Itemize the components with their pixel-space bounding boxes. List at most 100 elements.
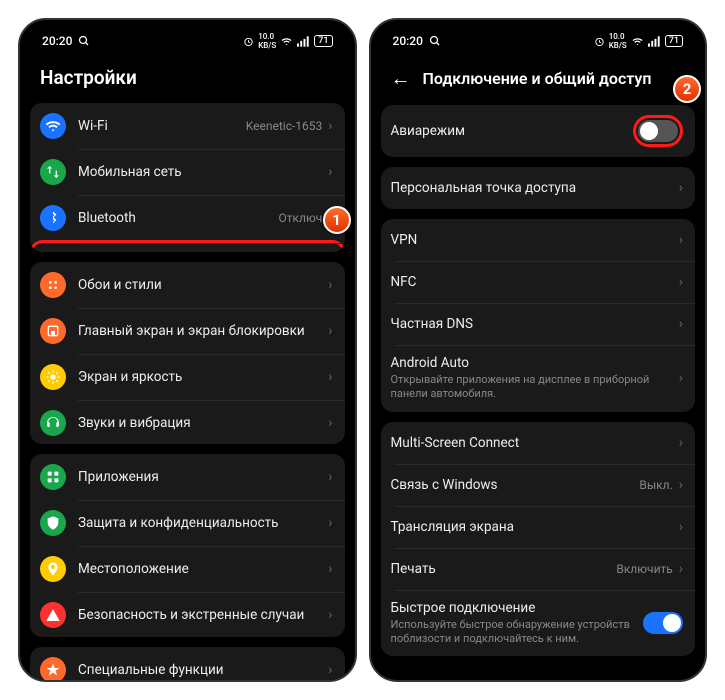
chevron-right-icon: ›	[328, 277, 332, 293]
settings-row[interactable]: Частная DNS›	[381, 303, 696, 345]
page-title: Настройки	[40, 66, 137, 89]
settings-group: Multi-Screen Connect›Связь с WindowsВыкл…	[381, 422, 696, 657]
settings-row[interactable]: Специальные функции ›	[30, 647, 345, 682]
chevron-right-icon: ›	[328, 515, 332, 531]
settings-row[interactable]: Звуки и вибрация ›	[30, 400, 345, 444]
row-label: Звуки и вибрация	[78, 415, 328, 431]
settings-row[interactable]: Multi-Screen Connect›	[381, 422, 696, 464]
row-label: Защита и конфиденциальность	[78, 515, 328, 531]
row-label: Multi-Screen Connect	[391, 435, 679, 451]
back-icon[interactable]: ←	[391, 66, 411, 91]
settings-row[interactable]: Экран и яркость ›	[30, 354, 345, 400]
chevron-right-icon: ›	[328, 469, 332, 485]
settings-group: Обои и стили › Главный экран и экран бло…	[30, 262, 345, 444]
row-value: Включить	[616, 562, 672, 576]
settings-row[interactable]: NFC›	[381, 261, 696, 303]
settings-row[interactable]: Защита и конфиденциальность ›	[30, 500, 345, 546]
toggle-highlight	[643, 612, 683, 634]
settings-row[interactable]: ПечатьВключить›	[381, 548, 696, 590]
settings-row[interactable]: Главный экран и экран блокировки ›	[30, 308, 345, 354]
row-label: Местоположение	[78, 561, 328, 577]
home-icon	[40, 318, 66, 344]
sun-icon	[40, 364, 66, 390]
toggle-highlight	[633, 115, 683, 147]
wifi-icon	[40, 113, 66, 139]
settings-row[interactable]: Авиарежим	[381, 105, 696, 157]
data-icon	[40, 159, 66, 185]
row-label: Связь с Windows	[391, 477, 640, 493]
row-label: Экран и яркость	[78, 369, 328, 385]
row-label: Bluetooth	[78, 210, 279, 226]
settings-group: VPN›NFC›Частная DNS›Android AutoОткрывай…	[381, 219, 696, 412]
chevron-right-icon: ›	[679, 274, 683, 290]
row-label: Печать	[391, 561, 617, 577]
settings-row[interactable]: Bluetooth Отключ ›	[30, 195, 345, 241]
settings-row[interactable]: Wi-Fi Keenetic-1653 ›	[30, 103, 345, 149]
settings-row[interactable]: Подключение и общий доступ ›	[30, 240, 345, 252]
row-label: Трансляция экрана	[391, 519, 679, 535]
row-value: Выкл.	[639, 478, 672, 492]
wifi-icon	[631, 36, 644, 47]
row-label: Специальные функции	[78, 662, 328, 678]
settings-row[interactable]: Местоположение ›	[30, 546, 345, 592]
alarm-icon	[594, 36, 605, 47]
chevron-right-icon: ›	[679, 519, 683, 535]
chevron-right-icon: ›	[679, 435, 683, 451]
settings-row[interactable]: VPN›	[381, 219, 696, 261]
row-label: NFC	[391, 274, 679, 290]
phone-settings: 20:20 10.0KB/S 71 Настройки Wi-Fi Keenet…	[18, 18, 357, 682]
toggle[interactable]	[643, 612, 683, 634]
chevron-right-icon: ›	[328, 369, 332, 385]
row-label: Авиарежим	[391, 123, 634, 139]
page-header: Настройки	[20, 56, 355, 103]
row-label: Быстрое подключение	[391, 600, 644, 616]
row-label: Персональная точка доступа	[391, 180, 679, 196]
settings-list[interactable]: Wi-Fi Keenetic-1653 › Мобильная сеть › B…	[20, 103, 355, 682]
row-label: Android Auto	[391, 355, 679, 371]
signal-icon	[648, 36, 661, 47]
phone-connection: 20:20 10.0KB/S 71 ← Подключение и общий …	[369, 18, 708, 682]
settings-row[interactable]: Android Auto Открывайте приложения на дис…	[381, 345, 696, 412]
toggle[interactable]	[638, 120, 678, 142]
settings-row[interactable]: Трансляция экрана›	[381, 506, 696, 548]
row-label: Главный экран и экран блокировки	[78, 323, 328, 339]
chevron-right-icon: ›	[679, 232, 683, 248]
chevron-right-icon: ›	[679, 370, 683, 386]
settings-row[interactable]: Безопасность и экстренные случаи ›	[30, 592, 345, 636]
settings-row[interactable]: Обои и стили ›	[30, 262, 345, 308]
row-label: VPN	[391, 232, 679, 248]
battery-pct: 71	[314, 35, 332, 47]
chevron-right-icon: ›	[679, 477, 683, 493]
chevron-right-icon: ›	[328, 662, 332, 678]
row-value: Отключ	[279, 211, 323, 225]
settings-row[interactable]: Мобильная сеть ›	[30, 149, 345, 195]
connection-list[interactable]: АвиарежимПерсональная точка доступа›VPN›…	[371, 105, 706, 682]
status-bar: 20:20 10.0KB/S 71	[371, 30, 706, 56]
settings-row[interactable]: Связь с WindowsВыкл. ›	[381, 464, 696, 506]
status-time: 20:20	[393, 34, 423, 48]
wifi-icon	[280, 36, 293, 47]
apps-icon	[40, 464, 66, 490]
settings-group: Специальные функции ›	[30, 647, 345, 682]
settings-group: Авиарежим	[381, 105, 696, 157]
row-subtitle: Открывайте приложения на дисплее в прибо…	[391, 373, 679, 402]
row-label: Wi-Fi	[78, 118, 246, 134]
row-label: Частная DNS	[391, 316, 679, 332]
battery-pct: 71	[665, 35, 683, 47]
row-subtitle: Используйте быстрое обнаружение устройст…	[391, 618, 644, 647]
settings-group: Персональная точка доступа›	[381, 167, 696, 209]
chevron-right-icon: ›	[679, 180, 683, 196]
status-time: 20:20	[42, 34, 72, 48]
page-title: Подключение и общий доступ	[423, 69, 652, 88]
settings-row[interactable]: Персональная точка доступа›	[381, 167, 696, 209]
star-icon	[40, 657, 66, 682]
callout-2: 2	[673, 75, 701, 103]
settings-row[interactable]: Быстрое подключение Используйте быстрое о…	[381, 590, 696, 657]
search-icon	[78, 35, 90, 47]
sos-icon	[40, 602, 66, 628]
chevron-right-icon: ›	[328, 607, 332, 623]
row-value: Keenetic-1653	[246, 119, 323, 133]
chevron-right-icon: ›	[328, 415, 332, 431]
callout-1: 1	[323, 206, 351, 234]
settings-row[interactable]: Приложения ›	[30, 454, 345, 500]
